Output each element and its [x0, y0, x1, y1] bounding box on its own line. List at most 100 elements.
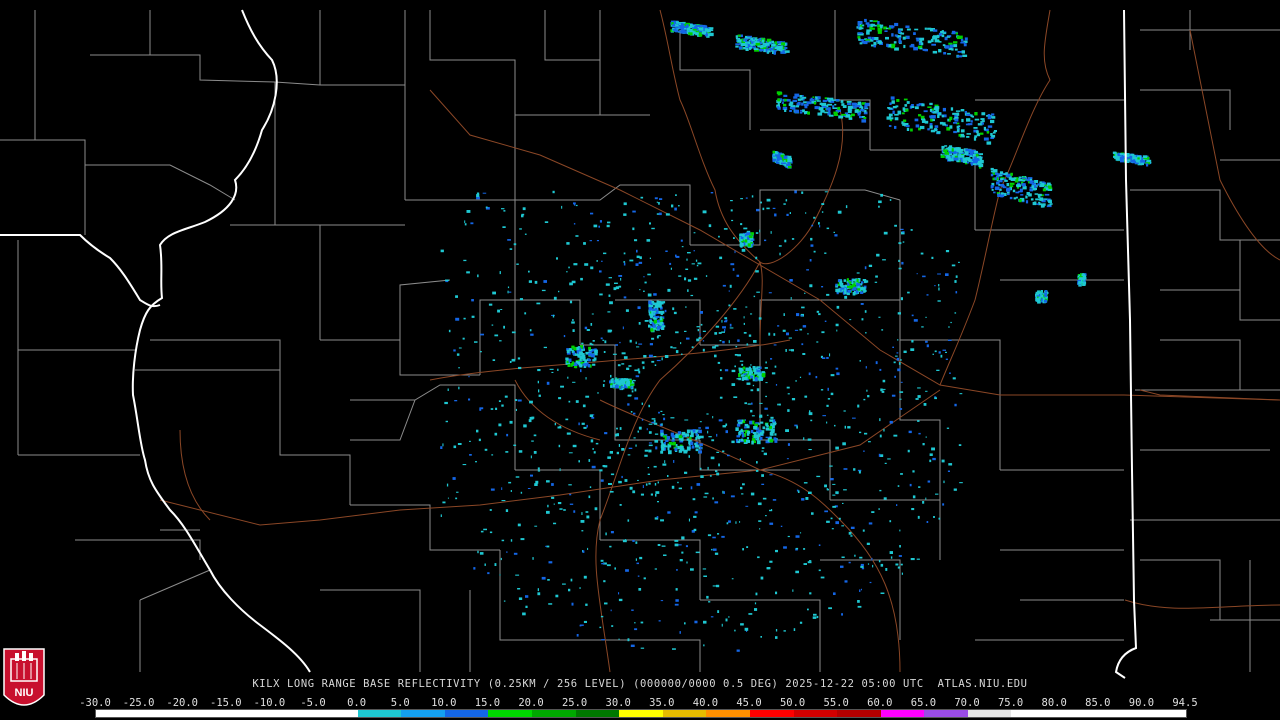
echo-pixel: [916, 273, 918, 275]
echo-pixel: [537, 592, 541, 596]
echo-pixel: [515, 399, 518, 401]
echo-pixel: [931, 447, 935, 451]
echo-pixel: [627, 394, 632, 397]
echo-band-pixel: [1013, 197, 1017, 200]
echo-pixel: [610, 531, 614, 534]
echo-pixel: [667, 288, 671, 292]
echo-pixel: [509, 420, 513, 424]
echo-band-pixel: [1016, 184, 1021, 188]
echo-pixel: [750, 364, 752, 366]
echo-pixel: [804, 292, 806, 294]
echo-band-pixel: [960, 133, 965, 137]
echo-pixel: [856, 272, 860, 274]
echo-band-pixel: [801, 96, 807, 99]
echo-pixel: [447, 388, 449, 391]
echo-pixel: [829, 353, 831, 357]
echo-pixel: [663, 554, 667, 556]
echo-pixel: [714, 501, 719, 504]
echo-pixel: [620, 278, 622, 281]
echo-pixel: [503, 210, 506, 212]
echo-band-pixel: [975, 151, 978, 154]
echo-cluster-pixel: [665, 439, 669, 442]
echo-pixel: [901, 572, 903, 575]
echo-pixel: [573, 263, 578, 266]
echo-pixel: [537, 467, 540, 470]
echo-pixel: [835, 521, 839, 525]
echo-pixel: [643, 276, 645, 278]
echo-pixel: [842, 502, 844, 504]
echo-pixel: [572, 381, 576, 383]
echo-pixel: [471, 299, 474, 302]
echo-cluster-pixel: [744, 239, 748, 243]
echo-pixel: [885, 568, 888, 571]
echo-pixel: [587, 547, 589, 550]
echo-pixel: [480, 351, 482, 353]
echo-pixel: [484, 563, 486, 566]
echo-pixel: [466, 271, 470, 274]
echo-pixel: [476, 194, 480, 197]
echo-band-pixel: [959, 154, 965, 158]
echo-pixel: [684, 419, 689, 421]
echo-pixel: [729, 284, 732, 288]
echo-cluster-pixel: [847, 282, 850, 286]
echo-pixel: [634, 397, 639, 400]
echo-pixel: [889, 520, 892, 523]
echo-pixel: [849, 319, 852, 321]
echo-pixel: [566, 271, 568, 273]
echo-band-pixel: [906, 127, 910, 131]
echo-cluster-pixel: [650, 328, 654, 332]
echo-pixel: [810, 244, 814, 247]
echo-pixel: [880, 592, 885, 594]
echo-pixel: [704, 492, 709, 495]
echo-pixel: [515, 408, 517, 411]
echo-pixel: [758, 423, 761, 425]
echo-pixel: [897, 566, 900, 569]
echo-pixel: [705, 275, 708, 277]
echo-band-pixel: [888, 125, 892, 127]
echo-pixel: [563, 335, 566, 338]
echo-band-pixel: [755, 42, 761, 46]
echo-pixel: [698, 427, 701, 429]
echo-pixel: [821, 211, 824, 213]
echo-cluster-pixel: [590, 353, 595, 358]
echo-pixel: [549, 368, 554, 370]
echo-pixel: [649, 222, 651, 225]
echo-pixel: [614, 282, 618, 284]
echo-pixel: [931, 256, 934, 259]
echo-cluster-pixel: [765, 423, 768, 427]
echo-band-pixel: [960, 109, 965, 112]
echo-band-pixel: [793, 96, 798, 99]
echo-pixel: [670, 417, 675, 419]
echo-pixel: [676, 569, 678, 571]
echo-cluster-pixel: [578, 363, 582, 367]
echo-band-pixel: [827, 103, 833, 106]
echo-band-pixel: [773, 49, 777, 52]
echo-pixel: [634, 622, 636, 624]
echo-cluster-pixel: [660, 432, 664, 435]
echo-pixel: [739, 521, 741, 523]
echo-pixel: [618, 598, 623, 602]
echo-pixel: [640, 493, 644, 496]
echo-pixel: [917, 515, 920, 519]
echo-pixel: [858, 470, 861, 474]
echo-band-pixel: [992, 131, 996, 134]
echo-pixel: [570, 578, 573, 582]
echo-pixel: [867, 563, 870, 565]
echo-pixel: [511, 331, 516, 334]
echo-pixel: [822, 415, 826, 417]
echo-pixel: [603, 252, 607, 255]
echo-band-pixel: [857, 21, 863, 25]
echo-pixel: [783, 313, 785, 316]
echo-pixel: [656, 336, 659, 339]
echo-pixel: [648, 442, 652, 444]
echo-pixel: [610, 609, 612, 612]
echo-pixel: [897, 485, 900, 487]
echo-pixel: [491, 454, 494, 456]
echo-pixel: [637, 575, 640, 577]
echo-pixel: [706, 595, 709, 599]
echo-pixel: [648, 423, 653, 425]
echo-band-pixel: [783, 94, 788, 97]
echo-pixel: [448, 329, 451, 333]
echo-pixel: [585, 377, 587, 380]
echo-cluster-pixel: [575, 360, 579, 363]
